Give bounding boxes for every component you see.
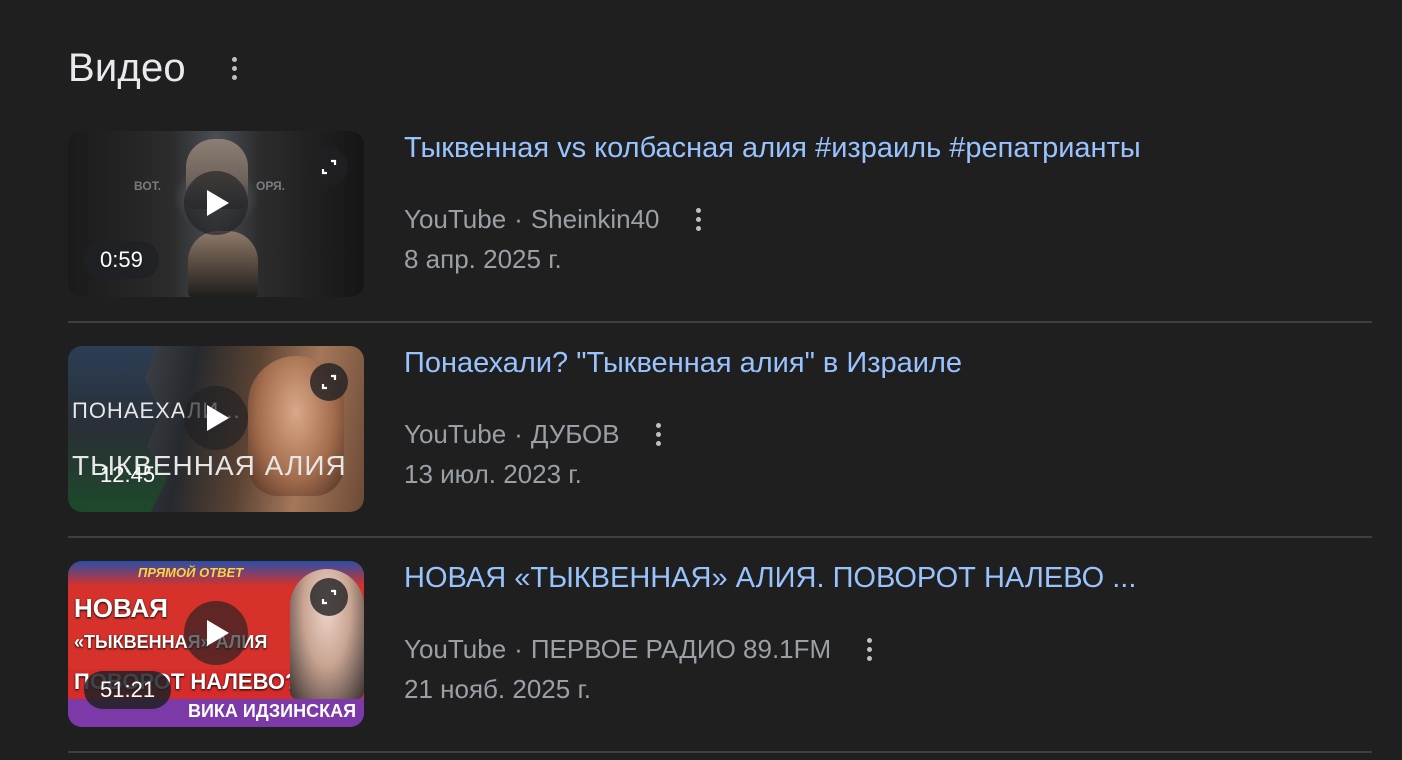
video-more-options-icon[interactable] [655,423,661,447]
video-meta: YouTube · ПЕРВОЕ РАДИО 89.1FM [404,630,1372,670]
video-meta: YouTube · ДУБОВ [404,415,1372,455]
video-channel: ДУБОВ [530,419,620,450]
video-item: ПОНАЕХАЛИ... ТЫКВЕННАЯ АЛИЯ 12:45 Понаех… [68,323,1372,538]
video-item: ПРЯМОЙ ОТВЕТ НОВАЯ «ТЫКВЕННАЯ» АЛИЯ ПОВО… [68,538,1372,753]
video-date: 13 июл. 2023 г. [404,458,582,489]
duration-badge: 12:45 [100,462,156,487]
video-date: 21 нояб. 2025 г. [404,673,591,704]
play-icon[interactable] [184,601,248,665]
video-source: YouTube [404,634,507,665]
meta-separator: · [514,204,523,235]
video-meta: YouTube · Sheinkin40 [404,200,1372,240]
video-source: YouTube [404,204,507,235]
video-more-options-icon[interactable] [695,208,701,232]
expand-icon[interactable] [310,578,348,616]
video-title-link[interactable]: Понаехали? "Тыквенная алия" в Израиле [404,346,1372,381]
video-thumbnail[interactable]: ПОНАЕХАЛИ... ТЫКВЕННАЯ АЛИЯ 12:45 [68,346,364,512]
meta-separator: · [514,634,523,665]
duration-badge: 0:59 [84,241,159,279]
video-info: Тыквенная vs колбасная алия #израиль #ре… [404,131,1372,275]
meta-separator: · [514,419,523,450]
section-more-options-icon[interactable] [231,56,237,80]
video-thumbnail[interactable]: ВОТ. ОРЯ. 0:59 [68,131,364,297]
play-icon[interactable] [184,171,248,235]
video-title-link[interactable]: НОВАЯ «ТЫКВЕННАЯ» АЛИЯ. ПОВОРОТ НАЛЕВО .… [404,561,1372,596]
thumbnail-caption: ВОТ. [134,179,162,193]
video-list: ВОТ. ОРЯ. 0:59 Тыквенная vs колбасная ал… [68,108,1372,753]
video-channel: ПЕРВОЕ РАДИО 89.1FM [530,634,832,665]
video-info: Понаехали? "Тыквенная алия" в Израиле Yo… [404,346,1372,490]
thumbnail-caption: НОВАЯ [74,593,168,623]
video-section: Видео ВОТ. ОРЯ. 0:59 Тыквенная vs колбас… [0,0,1402,760]
section-header: Видео [68,40,237,96]
section-title: Видео [68,45,186,90]
expand-icon[interactable] [310,148,348,186]
video-title-link[interactable]: Тыквенная vs колбасная алия #израиль #ре… [404,131,1372,166]
thumbnail-caption: ОРЯ. [256,179,285,193]
video-date: 8 апр. 2025 г. [404,243,562,274]
video-info: НОВАЯ «ТЫКВЕННАЯ» АЛИЯ. ПОВОРОТ НАЛЕВО .… [404,561,1372,705]
expand-icon[interactable] [310,363,348,401]
video-thumbnail[interactable]: ПРЯМОЙ ОТВЕТ НОВАЯ «ТЫКВЕННАЯ» АЛИЯ ПОВО… [68,561,364,727]
duration-badge: 51:21 [84,671,172,709]
video-item: ВОТ. ОРЯ. 0:59 Тыквенная vs колбасная ал… [68,108,1372,323]
thumbnail-caption: ПРЯМОЙ ОТВЕТ [138,565,244,580]
play-icon[interactable] [184,386,248,450]
thumbnail-caption: ВИКА ИДЗИНСКАЯ [188,701,357,721]
video-more-options-icon[interactable] [867,638,873,662]
video-source: YouTube [404,419,507,450]
video-channel: Sheinkin40 [530,204,660,235]
